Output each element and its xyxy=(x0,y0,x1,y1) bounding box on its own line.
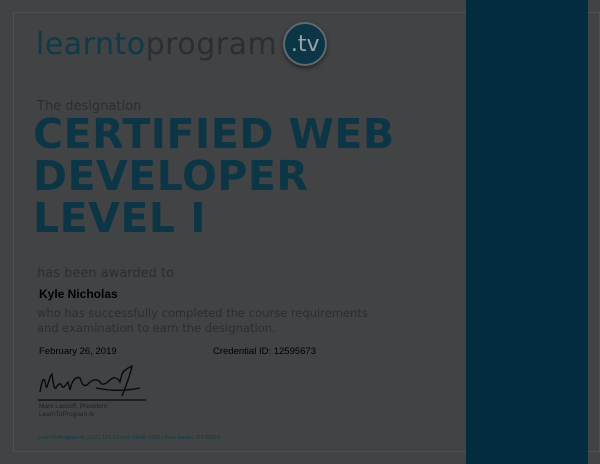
signature-image xyxy=(38,364,146,401)
signer-block: Mark Lassoff, President LearnToProgram.t… xyxy=(39,403,107,419)
side-color-panel xyxy=(466,0,588,464)
signer-name: Mark Lassoff, President xyxy=(39,403,108,410)
signer-org: LearnToProgram.tv xyxy=(39,411,95,418)
title-line: CERTIFIED WEB xyxy=(33,110,395,158)
title-line: DEVELOPER xyxy=(33,152,309,200)
logo-text-program: program xyxy=(145,26,278,62)
recipient-name: Kyle Nicholas xyxy=(39,287,118,301)
footer-address: LearnToProgram.tv, LLC | 129 Church Stre… xyxy=(38,435,221,441)
award-date: February 26, 2019 xyxy=(39,346,117,357)
logo-text-learnto: learnto xyxy=(36,26,146,62)
logo-tv-badge: .tv xyxy=(283,22,328,66)
certificate-title: CERTIFIED WEB DEVELOPER LEVEL I xyxy=(33,113,395,239)
completion-statement: who has successfully completed the cours… xyxy=(37,306,368,335)
title-line: LEVEL I xyxy=(33,194,207,242)
certificate-page: learnto program .tv The designation CERTI… xyxy=(0,0,600,464)
credential-id: Credential ID: 12595673 xyxy=(213,346,316,357)
awarded-label: has been awarded to xyxy=(37,266,175,281)
logo: learnto program .tv xyxy=(36,22,328,66)
